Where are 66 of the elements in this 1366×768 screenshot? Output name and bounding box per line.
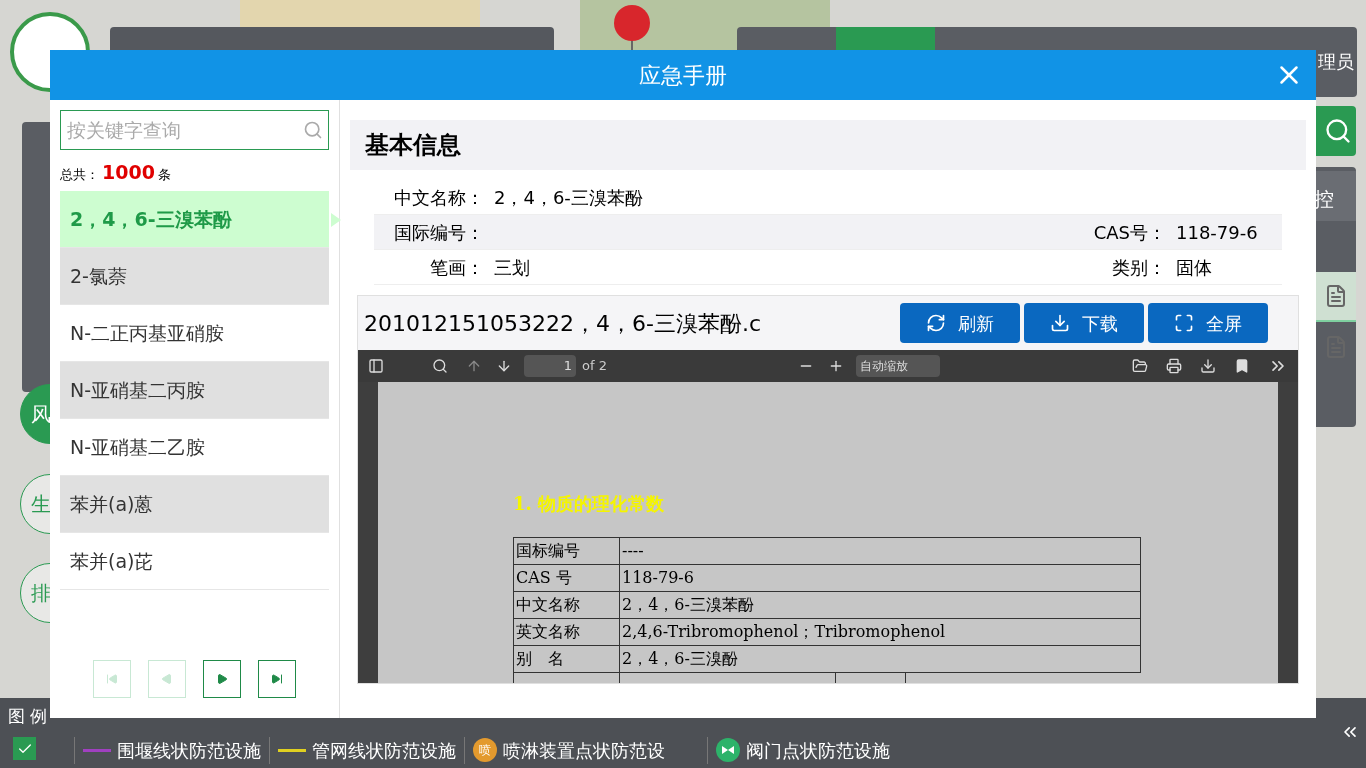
first-page-icon — [106, 673, 118, 685]
pager-button[interactable] — [203, 660, 241, 698]
field-label: 笔画： — [429, 255, 484, 280]
pdf-table-cell: 中文名称 — [514, 592, 620, 618]
total-unit: 条 — [157, 166, 171, 184]
open-file-icon[interactable] — [1132, 358, 1148, 374]
legend-checkbox[interactable] — [13, 737, 36, 760]
total-label: 总共： — [60, 166, 99, 184]
list-item[interactable]: N-亚硝基二丙胺 — [60, 362, 329, 419]
legend-label: 围堰线状防范设施 — [117, 738, 261, 763]
field-label: 国际编号： — [393, 220, 484, 245]
next-icon — [216, 673, 228, 685]
pdf-heading: 1. 物质的理化常数 — [513, 492, 666, 516]
selected-pointer-icon — [331, 213, 341, 227]
legend-label: 管网线状防范设施 — [312, 738, 456, 763]
pdf-table-cell: 英文名称 — [514, 619, 620, 645]
legend-label: 阀门点状防范设施 — [746, 738, 890, 763]
document-icon — [1324, 282, 1348, 310]
pager-button[interactable] — [258, 660, 296, 698]
refresh-icon — [926, 313, 946, 333]
field-value: 2，4，6-三溴苯酚 — [494, 185, 643, 210]
field-label: 中文名称： — [393, 185, 484, 210]
download-icon — [1050, 313, 1070, 333]
pdf-table-cell: CAS 号 — [514, 565, 620, 591]
search-icon — [1324, 117, 1352, 145]
map-pin-icon — [612, 3, 652, 53]
page-field[interactable]: 1 — [524, 355, 576, 377]
next-page-icon[interactable] — [496, 358, 512, 374]
pdf-table-cell: ---- — [620, 538, 1141, 564]
field-value: 三划 — [494, 255, 530, 280]
section-title: 基本信息 — [365, 130, 461, 161]
panel-label: 控 — [1314, 186, 1334, 213]
list-item[interactable]: 苯并(a)蒽 — [60, 476, 329, 533]
previous-icon — [161, 673, 173, 685]
list-item[interactable]: 2-氯萘 — [60, 248, 329, 305]
page-count: of 2 — [582, 357, 607, 376]
toolbar-button[interactable]: 下载 — [1024, 303, 1144, 343]
pdf-table-cell: 国标编号 — [514, 538, 620, 564]
last-page-icon — [271, 673, 283, 685]
pdf-table-cell: 别 名 — [514, 646, 620, 672]
download-icon[interactable] — [1200, 358, 1216, 374]
user-label: 理员 — [1318, 50, 1354, 74]
sidebar-toggle-icon[interactable] — [368, 358, 384, 374]
search-field[interactable]: 按关键字查询 — [60, 110, 329, 150]
toolbar-button[interactable]: 刷新 — [900, 303, 1020, 343]
pdf-table-cell: 2，4，6-三溴苯酚 — [620, 592, 1141, 618]
field-value: 固体 — [1176, 255, 1212, 280]
pdf-table-cell: 2,4,6-Tribromophenol；Tribromophenol — [620, 619, 1141, 645]
search-icon[interactable] — [432, 358, 448, 374]
zoom-select[interactable]: 自动缩放 — [856, 355, 941, 377]
dialog-title: 应急手册 — [639, 61, 727, 90]
previous-page-icon[interactable] — [466, 358, 482, 374]
print-icon[interactable] — [1166, 358, 1182, 374]
toolbar-button[interactable]: 全屏 — [1148, 303, 1268, 343]
pdf-table-cell: 118-79-6 — [620, 565, 1141, 591]
field-value: 118-79-6 — [1176, 220, 1258, 245]
bookmark-icon[interactable] — [1234, 358, 1250, 374]
search-icon — [303, 120, 323, 140]
field-label: 类别： — [1111, 255, 1166, 280]
file-name: 201012151053222，4，6-三溴苯酚.c — [364, 309, 762, 338]
fullscreen-icon — [1174, 313, 1194, 333]
pdf-table-cell: 2，4，6-三溴酚 — [620, 646, 1141, 672]
legend-title: 图 例 — [8, 705, 48, 728]
legend-label: 喷淋装置点状防范设 — [503, 738, 665, 763]
field-label: CAS号： — [1092, 220, 1166, 245]
total-count: 1000 — [102, 160, 155, 185]
